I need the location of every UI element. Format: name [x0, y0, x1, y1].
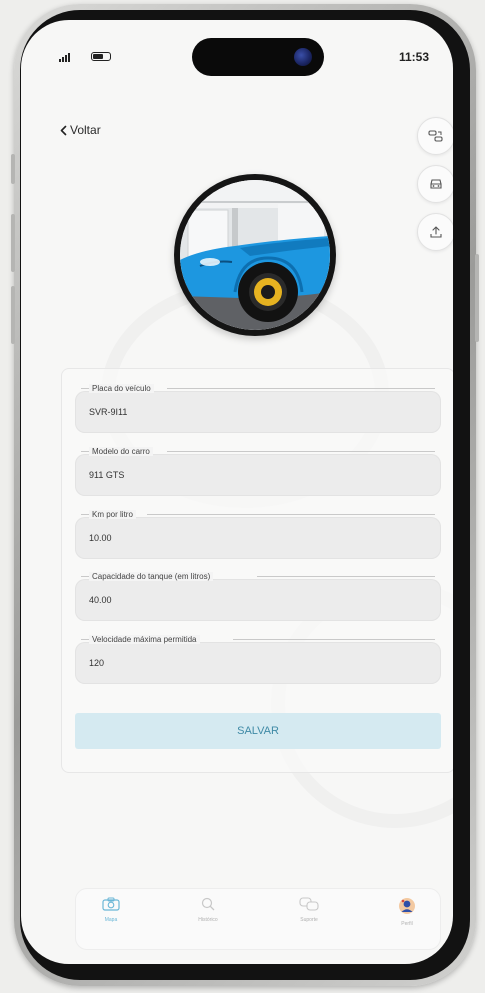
save-button[interactable]: SALVAR	[75, 713, 441, 749]
back-label: Voltar	[70, 123, 101, 137]
tab-perfil-label: Perfil	[401, 921, 413, 927]
km-per-liter-field-value: 10.00	[89, 533, 112, 543]
dynamic-island	[192, 38, 324, 76]
max-speed-field[interactable]: Velocidade máxima permitida 120	[75, 635, 441, 684]
plate-field-label: Placa do veículo	[89, 384, 154, 393]
tank-capacity-field[interactable]: Capacidade do tanque (em litros) 40.00	[75, 572, 441, 621]
chevron-left-icon	[60, 125, 67, 135]
tab-historico-label: Histórico	[198, 917, 218, 923]
profile-icon	[399, 898, 415, 914]
car-photo	[180, 180, 330, 330]
action-button	[11, 154, 15, 184]
car-avatar[interactable]	[174, 174, 336, 336]
tab-suporte[interactable]: Suporte	[279, 897, 339, 943]
swap-cars-icon	[428, 130, 443, 142]
car-front-icon	[430, 179, 442, 189]
app-screen: 11:53 Voltar Placa do veículo SVR-9I11 M…	[21, 20, 453, 964]
plate-field[interactable]: Placa do veículo SVR-9I11	[75, 384, 441, 433]
plate-field-value: SVR-9I11	[89, 407, 128, 417]
change-car-button[interactable]	[417, 117, 453, 155]
max-speed-field-label: Velocidade máxima permitida	[89, 635, 200, 644]
upload-icon	[430, 226, 442, 238]
status-time: 11:53	[398, 50, 429, 64]
bottom-tab-bar: Mapa Histórico Suporte Perfil	[75, 888, 441, 950]
model-field[interactable]: Modelo do carro 911 GTS	[75, 447, 441, 496]
tab-perfil[interactable]: Perfil	[377, 897, 437, 943]
tank-capacity-field-value: 40.00	[89, 595, 112, 605]
km-per-liter-field[interactable]: Km por litro 10.00	[75, 510, 441, 559]
tank-capacity-field-label: Capacidade do tanque (em litros)	[89, 572, 214, 581]
model-field-value: 911 GTS	[89, 470, 125, 480]
search-icon	[201, 897, 215, 911]
tab-suporte-label: Suporte	[300, 917, 318, 923]
power-button	[475, 254, 479, 342]
back-button[interactable]: Voltar	[59, 123, 101, 137]
tab-historico[interactable]: Histórico	[178, 897, 238, 943]
battery-icon	[91, 52, 111, 61]
chat-icon	[299, 897, 319, 911]
max-speed-field-value: 120	[89, 658, 105, 668]
camera-indicator-icon	[294, 48, 312, 66]
signal-icon	[59, 53, 70, 62]
car-photo-image	[180, 180, 330, 330]
car-details-button[interactable]	[417, 165, 453, 203]
volume-down-button	[11, 286, 15, 344]
km-per-liter-field-label: Km por litro	[89, 510, 136, 519]
upload-photo-button[interactable]	[417, 213, 453, 251]
tab-mapa[interactable]: Mapa	[81, 897, 141, 943]
camera-icon	[102, 897, 120, 911]
model-field-label: Modelo do carro	[89, 447, 153, 456]
tab-mapa-label: Mapa	[104, 917, 118, 923]
volume-up-button	[11, 214, 15, 272]
vehicle-form: Placa do veículo SVR-9I11 Modelo do carr…	[61, 368, 453, 773]
